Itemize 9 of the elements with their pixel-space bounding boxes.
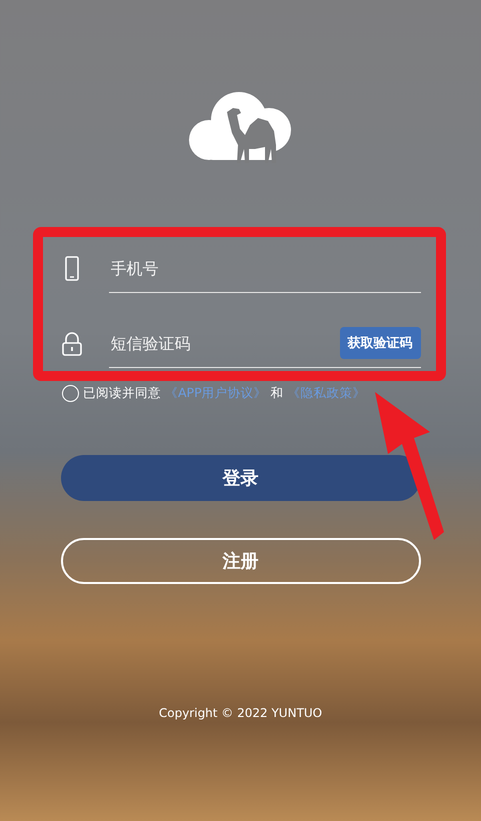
phone-field[interactable]: 手机号 xyxy=(108,258,420,278)
copyright-text: Copyright © 2022 YUNTUO xyxy=(158,706,322,720)
agreement-radio[interactable] xyxy=(62,385,79,402)
lock-icon xyxy=(60,330,82,356)
register-button[interactable]: 注册 xyxy=(60,538,420,584)
sms-code-field[interactable]: 短信验证码 xyxy=(108,332,340,354)
get-code-button[interactable]: 获取验证码 xyxy=(340,327,420,359)
agreement-text: 已阅读并同意 xyxy=(83,385,161,402)
and-text: 和 xyxy=(270,385,284,402)
